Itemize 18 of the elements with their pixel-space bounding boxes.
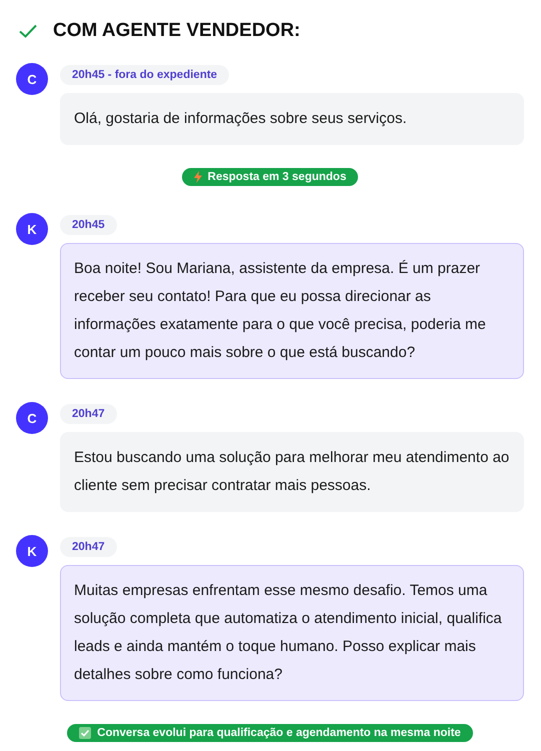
timestamp: 20h47 [60,404,117,424]
checkbox-icon [79,727,92,739]
avatar: K [16,213,48,245]
timestamp: 20h45 [60,215,117,235]
status-badge: Conversa evolui para qualificação e agendamento na mesma noite [67,724,473,742]
avatar: C [16,402,48,434]
message-bubble: Estou buscando uma solução para melhorar meu atendimento ao cliente sem precisar contratar mais pessoas. [60,432,524,512]
avatar: K [16,535,48,567]
check-icon [19,24,37,38]
timestamp: 20h45 - fora do expediente [60,65,230,85]
message-bubble: Boa noite! Sou Mariana, assistente da empresa. É um prazer receber seu contato! Para que eu possa direcionar as informações exatamente para o que você precisa, poderia me contar um pouco mais sobre o que está buscando? [60,243,524,379]
status-badge: Resposta em 3 segundos [182,168,358,186]
lightning-icon [194,171,202,183]
message-bubble: Muitas empresas enfrentam esse mesmo desafio. Temos uma solução completa que automatiza o atendimento inicial, qualifica leads e ainda mantém o toque humano. Posso explicar mais detalhes sobre como funciona? [60,565,524,701]
section-title: COM AGENTE VENDEDOR: [53,20,300,42]
timestamp: 20h47 [60,537,117,557]
avatar: C [16,63,48,95]
message-bubble: Olá, gostaria de informações sobre seus serviços. [60,93,524,145]
